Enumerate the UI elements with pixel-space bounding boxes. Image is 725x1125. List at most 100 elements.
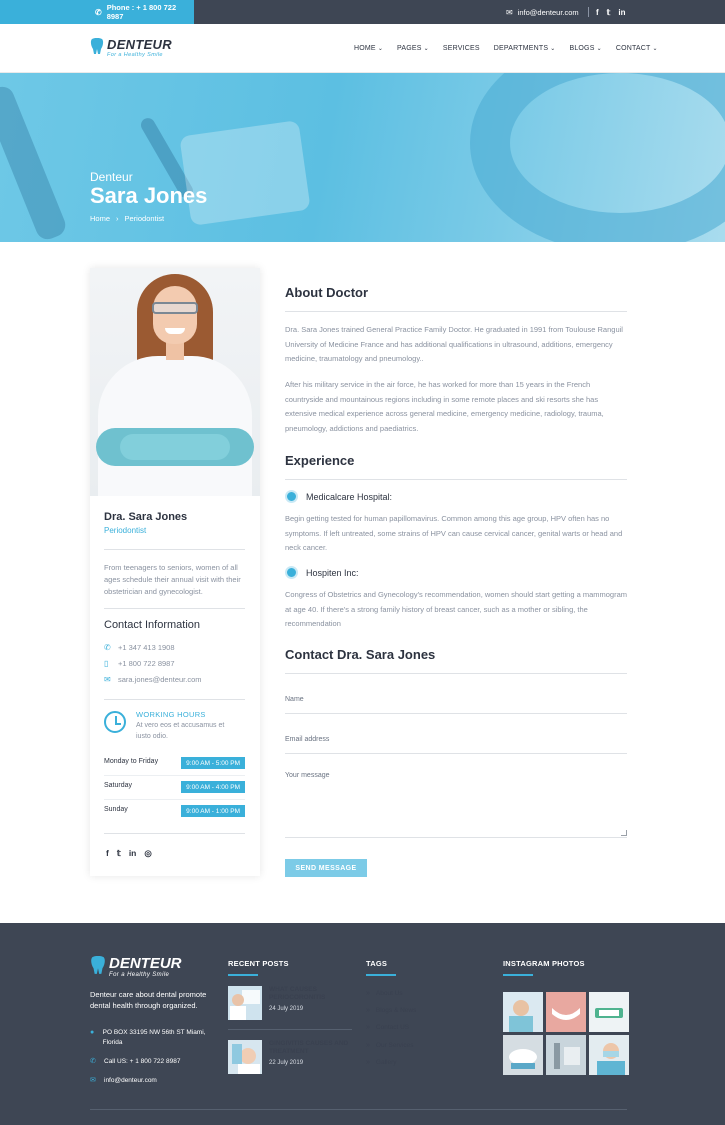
recent-post[interactable]: GINGIVITIS CAUSES AND TREATMENT 22 July … [228,1040,352,1074]
send-message-button[interactable]: SEND MESSAGE [285,859,367,877]
about-paragraph-2: After his military service in the air fo… [285,380,604,433]
tag-label: Contact US [375,1024,410,1031]
hero-subtitle: Denteur [90,170,133,184]
logo-tagline: For a Healthy Smile [107,52,163,58]
double-chevron-right-icon: » [366,990,370,997]
topbar-divider [588,7,589,17]
name-field-underline [285,713,627,714]
footer-email[interactable]: ✉ info@denteur.com [90,1076,157,1086]
breadcrumb-home[interactable]: Home [90,214,110,223]
experience-item-title: Medicalcare Hospital: [285,490,392,503]
tooth-logo-icon [91,956,105,974]
message-field[interactable]: Your message [285,772,330,779]
name-field[interactable]: Name [285,696,304,703]
tag-link[interactable]: » Blogs & News [366,1007,416,1014]
facebook-icon[interactable]: f [106,848,109,859]
contact-phone-2[interactable]: ▯ +1 800 722 8987 [104,659,175,668]
divider [104,833,245,834]
hours-time-badge: 9:00 AM - 1:00 PM [181,805,245,817]
nav-departments[interactable]: DEPARTMENTS ⌄ [494,45,556,52]
post-title[interactable]: GINGIVITIS CAUSES AND TREATMENT [269,1040,352,1056]
instagram-title: INSTAGRAM PHOTOS [503,959,585,968]
footer-description: Denteur care about dental promote dental… [90,990,207,1010]
contact-phone-2-text: +1 800 722 8987 [118,659,175,668]
divider [104,608,245,609]
tag-link[interactable]: » Contact US [366,1024,409,1031]
mobile-icon: ▯ [104,659,109,668]
breadcrumb-current: Periodontist [124,214,165,223]
nav-blogs-label: BLOGS [569,45,595,52]
double-chevron-right-icon: » [366,1042,370,1049]
footer-logo-tagline: For a Healthy Smile [109,972,170,978]
instagram-photo[interactable] [546,1035,586,1075]
contact-phone-1[interactable]: ✆ +1 347 413 1908 [104,643,175,652]
footer-logo[interactable]: DENTEUR For a Healthy Smile [90,956,182,978]
nav-departments-label: DEPARTMENTS [493,45,549,52]
bullet-icon [285,490,298,503]
twitter-icon[interactable]: 𝕥 [607,8,611,17]
instagram-photo[interactable] [503,1035,543,1075]
double-chevron-right-icon: » [366,1059,370,1066]
heading-underline [366,974,396,976]
footer-divider [90,1109,627,1110]
resize-handle-icon[interactable] [621,830,627,836]
double-chevron-right-icon: » [366,1007,370,1014]
chevron-down-icon: ⌄ [596,46,602,52]
post-title[interactable]: WHAT CAUSES PERIOCORONITIS [269,986,352,1002]
nav-pages[interactable]: PAGES ⌄ [397,45,429,52]
topbar-email[interactable]: ✉ info@denteur.com [506,0,579,24]
tag-label: Gallery [375,1059,397,1066]
linkedin-icon[interactable]: in [618,8,625,17]
hero-keypad-decor [179,120,311,226]
footer-call[interactable]: ✆ Call US: + 1 800 722 8987 [90,1057,180,1067]
instagram-photo[interactable] [589,1035,629,1075]
hours-day: Saturday [104,782,133,789]
topbar-social: f 𝕥 in [596,0,626,24]
instagram-icon[interactable]: ◎ [144,848,151,859]
nav-home[interactable]: HOME ⌄ [354,45,383,52]
divider [285,673,627,674]
tag-label: About Us [375,990,403,997]
instagram-grid [503,992,629,1075]
heading-underline [503,974,533,976]
divider [104,799,245,800]
divider [104,699,245,700]
topbar-phone-text: Phone : + 1 800 722 8987 [106,3,177,21]
nav-contact[interactable]: CONTACT ⌄ [616,45,658,52]
nav-home-label: HOME [354,45,376,52]
nav-pages-label: PAGES [397,45,422,52]
breadcrumb: Home › Periodontist [90,214,164,223]
nav-blogs[interactable]: BLOGS ⌄ [569,45,601,52]
contact-email[interactable]: ✉ sara.jones@denteur.com [104,675,202,684]
email-field-underline [285,753,627,754]
linkedin-icon[interactable]: in [129,848,137,859]
tag-link[interactable]: » About Us [366,990,403,997]
chevron-down-icon: ⌄ [423,46,429,52]
doctor-card: Dra. Sara Jones Periodontist From teenag… [90,268,260,876]
top-bar: ✆ Phone : + 1 800 722 8987 ✉ info@denteu… [0,0,725,24]
facebook-icon[interactable]: f [596,8,599,17]
email-field[interactable]: Email address [285,736,329,743]
tag-link[interactable]: » Our Services [366,1042,413,1049]
instagram-photo[interactable] [503,992,543,1032]
instagram-photo[interactable] [546,992,586,1032]
nav-contact-label: CONTACT [615,45,651,52]
doctor-role: Periodontist [104,526,147,535]
site-logo[interactable]: DENTEUR For a Healthy Smile [90,38,172,58]
post-thumbnail [228,986,262,1020]
envelope-icon: ✉ [90,1077,96,1084]
tags-title: TAGS [366,959,388,968]
topbar-phone[interactable]: ✆ Phone : + 1 800 722 8987 [0,0,194,24]
twitter-icon[interactable]: 𝕥 [117,848,121,859]
working-hours-title: WORKING HOURS [136,710,206,719]
tag-link[interactable]: » Gallery [366,1059,397,1066]
main-nav: HOME ⌄ PAGES ⌄ SERVICES DEPARTMENTS ⌄ BLOGS… [354,24,658,73]
footer-address: ● PO BOX 33195 NW 56th ST Miami, Florida [90,1028,215,1048]
recent-post[interactable]: WHAT CAUSES PERIOCORONITIS 24 July 2019 [228,986,352,1020]
site-header: DENTEUR For a Healthy Smile HOME ⌄ PAGES ⌄… [0,24,725,73]
instagram-photo[interactable] [589,992,629,1032]
phone-icon: ✆ [90,1058,96,1065]
nav-services[interactable]: SERVICES [443,45,480,52]
hero-instrument-decor [0,83,69,242]
doctor-social: f 𝕥 in ◎ [106,848,152,859]
